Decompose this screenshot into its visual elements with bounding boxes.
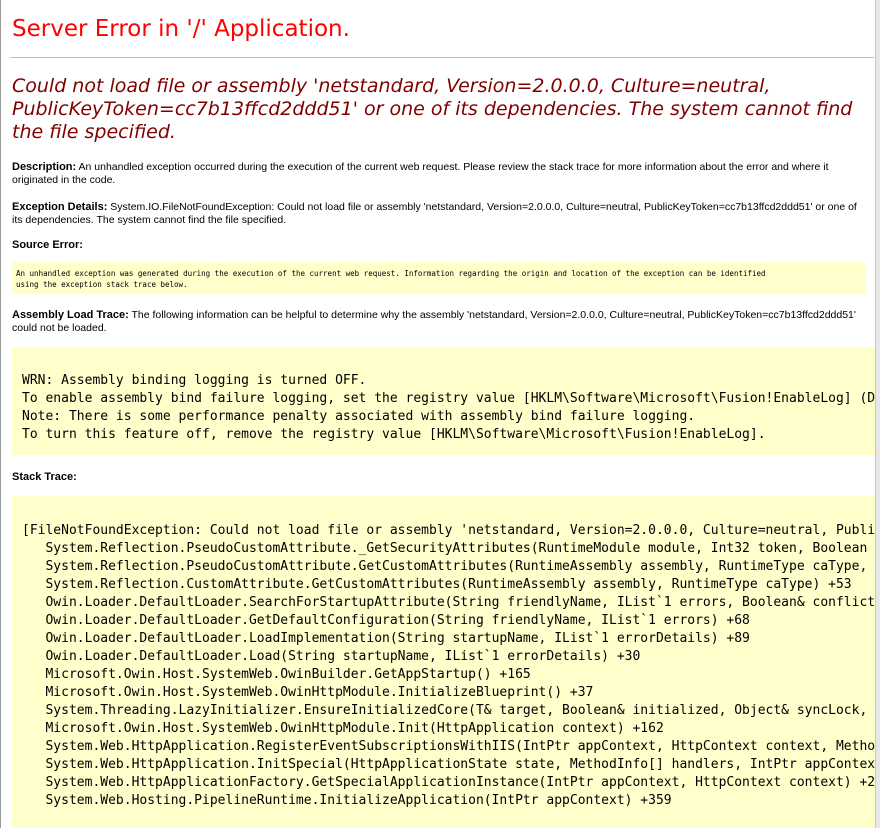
source-error-box: An unhandled exception was generated dur… xyxy=(12,262,866,294)
description-label: Description: xyxy=(12,161,77,173)
description-section: Description: An unhandled exception occu… xyxy=(12,161,862,187)
assembly-load-trace-label: Assembly Load Trace: xyxy=(12,309,129,321)
assembly-load-trace-text: The following information can be helpful… xyxy=(12,309,856,334)
exception-details-label: Exception Details: xyxy=(12,201,108,213)
source-error-text: An unhandled exception was generated dur… xyxy=(16,269,766,289)
stack-trace-box: [FileNotFoundException: Could not load f… xyxy=(12,496,880,828)
exception-details-section: Exception Details: System.IO.FileNotFoun… xyxy=(12,201,862,227)
exception-details-text: System.IO.FileNotFoundException: Could n… xyxy=(12,201,857,226)
stack-trace-label: Stack Trace: xyxy=(12,471,77,483)
assembly-load-trace-box: WRN: Assembly binding logging is turned … xyxy=(12,347,880,455)
page-title: Server Error in '/' Application. xyxy=(12,16,350,42)
title-divider xyxy=(10,57,874,58)
description-text: An unhandled exception occurred during t… xyxy=(12,161,829,186)
error-page: Server Error in '/' Application. Could n… xyxy=(0,0,880,828)
stack-trace-text: [FileNotFoundException: Could not load f… xyxy=(22,523,880,808)
assembly-load-trace-log: WRN: Assembly binding logging is turned … xyxy=(22,373,880,442)
source-error-label: Source Error: xyxy=(12,239,83,251)
assembly-load-trace-section: Assembly Load Trace: The following infor… xyxy=(12,309,862,335)
vertical-scrollbar[interactable] xyxy=(875,0,880,828)
error-message: Could not load file or assembly 'netstan… xyxy=(12,75,853,143)
